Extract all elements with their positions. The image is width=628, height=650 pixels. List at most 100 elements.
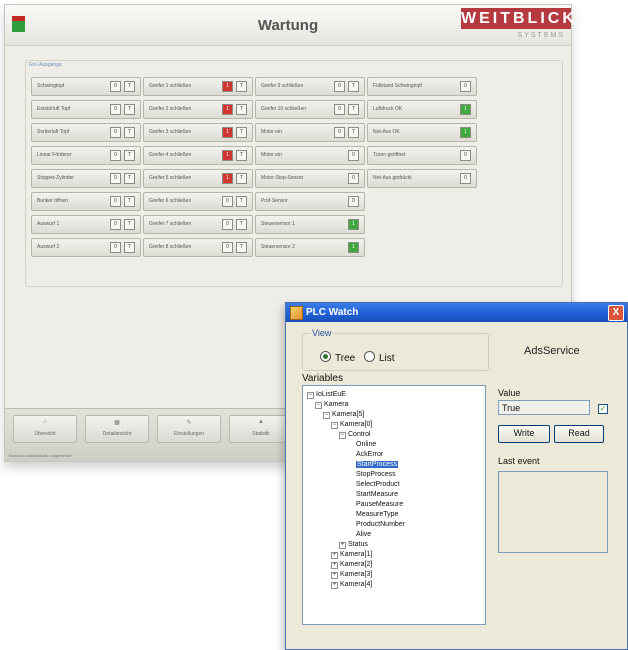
io-toggle-button[interactable]: T xyxy=(124,104,135,115)
io-toggle-button[interactable]: T xyxy=(236,81,247,92)
io-state-button[interactable]: 0 xyxy=(110,196,121,207)
io-toggle-button[interactable]: T xyxy=(124,242,135,253)
tree-node[interactable]: Alive xyxy=(356,530,371,539)
io-label: Luftdruck OK xyxy=(373,106,403,112)
tree-node[interactable]: + Status xyxy=(339,540,368,549)
io-toggle-button[interactable]: T xyxy=(124,150,135,161)
io-toggle-button[interactable]: T xyxy=(124,173,135,184)
io-state-button[interactable]: 0 xyxy=(110,219,121,230)
io-toggle-button[interactable]: T xyxy=(348,127,359,138)
io-label: Steuersensor 1 xyxy=(261,221,295,227)
io-state-button[interactable]: 0 xyxy=(110,150,121,161)
expand-icon[interactable]: + xyxy=(331,572,338,579)
plc-title-bar[interactable]: PLC Watch X xyxy=(286,303,627,322)
chart-icon: ▲ xyxy=(258,419,264,425)
io-toggle-button[interactable]: T xyxy=(124,81,135,92)
io-toggle-button[interactable]: T xyxy=(348,104,359,115)
collapse-icon[interactable]: − xyxy=(307,392,314,399)
io-state-button[interactable]: 0 xyxy=(460,150,471,161)
tree-node[interactable]: StartMeasure xyxy=(356,490,398,499)
io-state-button[interactable]: 0 xyxy=(334,81,345,92)
collapse-icon[interactable]: − xyxy=(323,412,330,419)
expand-icon[interactable]: + xyxy=(339,542,346,549)
io-state-button[interactable]: 0 xyxy=(460,173,471,184)
tree-node-label: Status xyxy=(348,541,368,548)
variables-label: Variables xyxy=(302,373,343,384)
value-checkbox[interactable]: ✓ xyxy=(598,404,608,414)
io-toggle-button[interactable]: T xyxy=(124,127,135,138)
tree-node[interactable]: PauseMeasure xyxy=(356,500,403,509)
io-state-button[interactable]: 1 xyxy=(222,81,233,92)
io-state-button[interactable]: 1 xyxy=(222,104,233,115)
io-toggle-button[interactable]: T xyxy=(124,219,135,230)
io-state-button[interactable]: 0 xyxy=(348,150,359,161)
tree-node[interactable]: + Kamera[2] xyxy=(331,560,372,569)
tree-node[interactable]: StartProcess xyxy=(356,460,399,469)
collapse-icon[interactable]: − xyxy=(315,402,322,409)
io-state-button[interactable]: 0 xyxy=(110,127,121,138)
nav-label: Übersicht xyxy=(34,431,56,437)
radio-list[interactable]: List xyxy=(364,351,395,364)
tree-node[interactable]: AckError xyxy=(356,450,383,459)
nav-statistics-button[interactable]: ▲ Statistik xyxy=(229,415,293,443)
io-state-button[interactable]: 1 xyxy=(460,104,471,115)
tree-node[interactable]: − Kamera[0] xyxy=(331,420,372,429)
io-state-button[interactable]: 0 xyxy=(110,104,121,115)
tree-node[interactable]: − IoListEuE xyxy=(307,390,346,399)
last-event-label: Last event xyxy=(498,456,540,466)
io-toggle-button[interactable]: T xyxy=(236,219,247,230)
tree-node[interactable]: + Kamera[3] xyxy=(331,570,372,579)
write-button[interactable]: Write xyxy=(498,425,550,443)
io-toggle-button[interactable]: T xyxy=(236,150,247,161)
io-state-button[interactable]: 0 xyxy=(110,173,121,184)
collapse-icon[interactable]: − xyxy=(339,432,346,439)
tree-node[interactable]: MeasureType xyxy=(356,510,398,519)
tree-node[interactable]: ProductNumber xyxy=(356,520,405,529)
io-state-button[interactable]: 0 xyxy=(334,127,345,138)
io-state-button[interactable]: 1 xyxy=(348,219,359,230)
io-state-button[interactable]: 0 xyxy=(110,242,121,253)
io-state-button[interactable]: 0 xyxy=(334,104,345,115)
expand-icon[interactable]: + xyxy=(331,552,338,559)
io-state-button[interactable]: 1 xyxy=(222,150,233,161)
io-state-button[interactable]: 1 xyxy=(222,173,233,184)
io-state-button[interactable]: 0 xyxy=(348,173,359,184)
io-state-button[interactable]: 0 xyxy=(348,196,359,207)
tree-node[interactable]: + Kamera[1] xyxy=(331,550,372,559)
io-state-button[interactable]: 0 xyxy=(222,242,233,253)
io-state-button[interactable]: 1 xyxy=(348,242,359,253)
io-toggle-button[interactable]: T xyxy=(124,196,135,207)
io-toggle-button[interactable]: T xyxy=(236,196,247,207)
collapse-icon[interactable]: − xyxy=(331,422,338,429)
expand-icon[interactable]: + xyxy=(331,582,338,589)
io-state-button[interactable]: 1 xyxy=(222,127,233,138)
tree-node[interactable]: − Control xyxy=(339,430,371,439)
close-button[interactable]: X xyxy=(608,305,624,321)
io-toggle-button[interactable]: T xyxy=(236,127,247,138)
io-state-button[interactable]: 1 xyxy=(460,127,471,138)
io-state-button[interactable]: 0 xyxy=(460,81,471,92)
io-state-button[interactable]: 0 xyxy=(222,196,233,207)
tree-node[interactable]: StopProcess xyxy=(356,470,396,479)
tree-node[interactable]: + Kamera[4] xyxy=(331,580,372,589)
io-toggle-button[interactable]: T xyxy=(348,81,359,92)
variables-tree[interactable]: − IoListEuE − Kamera − Kamera[5] − Kamera[0] − Co… xyxy=(302,385,486,625)
tree-node[interactable]: Online xyxy=(356,440,376,449)
io-item: Greifer 6 schließen 0 T xyxy=(143,192,253,211)
radio-tree[interactable]: Tree xyxy=(320,351,355,364)
tree-node[interactable]: SelectProduct xyxy=(356,480,400,489)
io-toggle-button[interactable]: T xyxy=(236,104,247,115)
read-button[interactable]: Read xyxy=(554,425,604,443)
value-field[interactable]: True xyxy=(498,400,590,415)
io-state-button[interactable]: 0 xyxy=(110,81,121,92)
nav-settings-button[interactable]: ✎ Einstellungen xyxy=(157,415,221,443)
expand-icon[interactable]: + xyxy=(331,562,338,569)
tree-node-label: Kamera xyxy=(324,401,349,408)
io-state-button[interactable]: 0 xyxy=(222,219,233,230)
io-toggle-button[interactable]: T xyxy=(236,173,247,184)
io-toggle-button[interactable]: T xyxy=(236,242,247,253)
tree-node[interactable]: − Kamera xyxy=(315,400,349,409)
nav-overview-button[interactable]: ⌂ Übersicht xyxy=(13,415,77,443)
tree-node[interactable]: − Kamera[5] xyxy=(323,410,364,419)
nav-detail-button[interactable]: ▦ Detailansicht xyxy=(85,415,149,443)
